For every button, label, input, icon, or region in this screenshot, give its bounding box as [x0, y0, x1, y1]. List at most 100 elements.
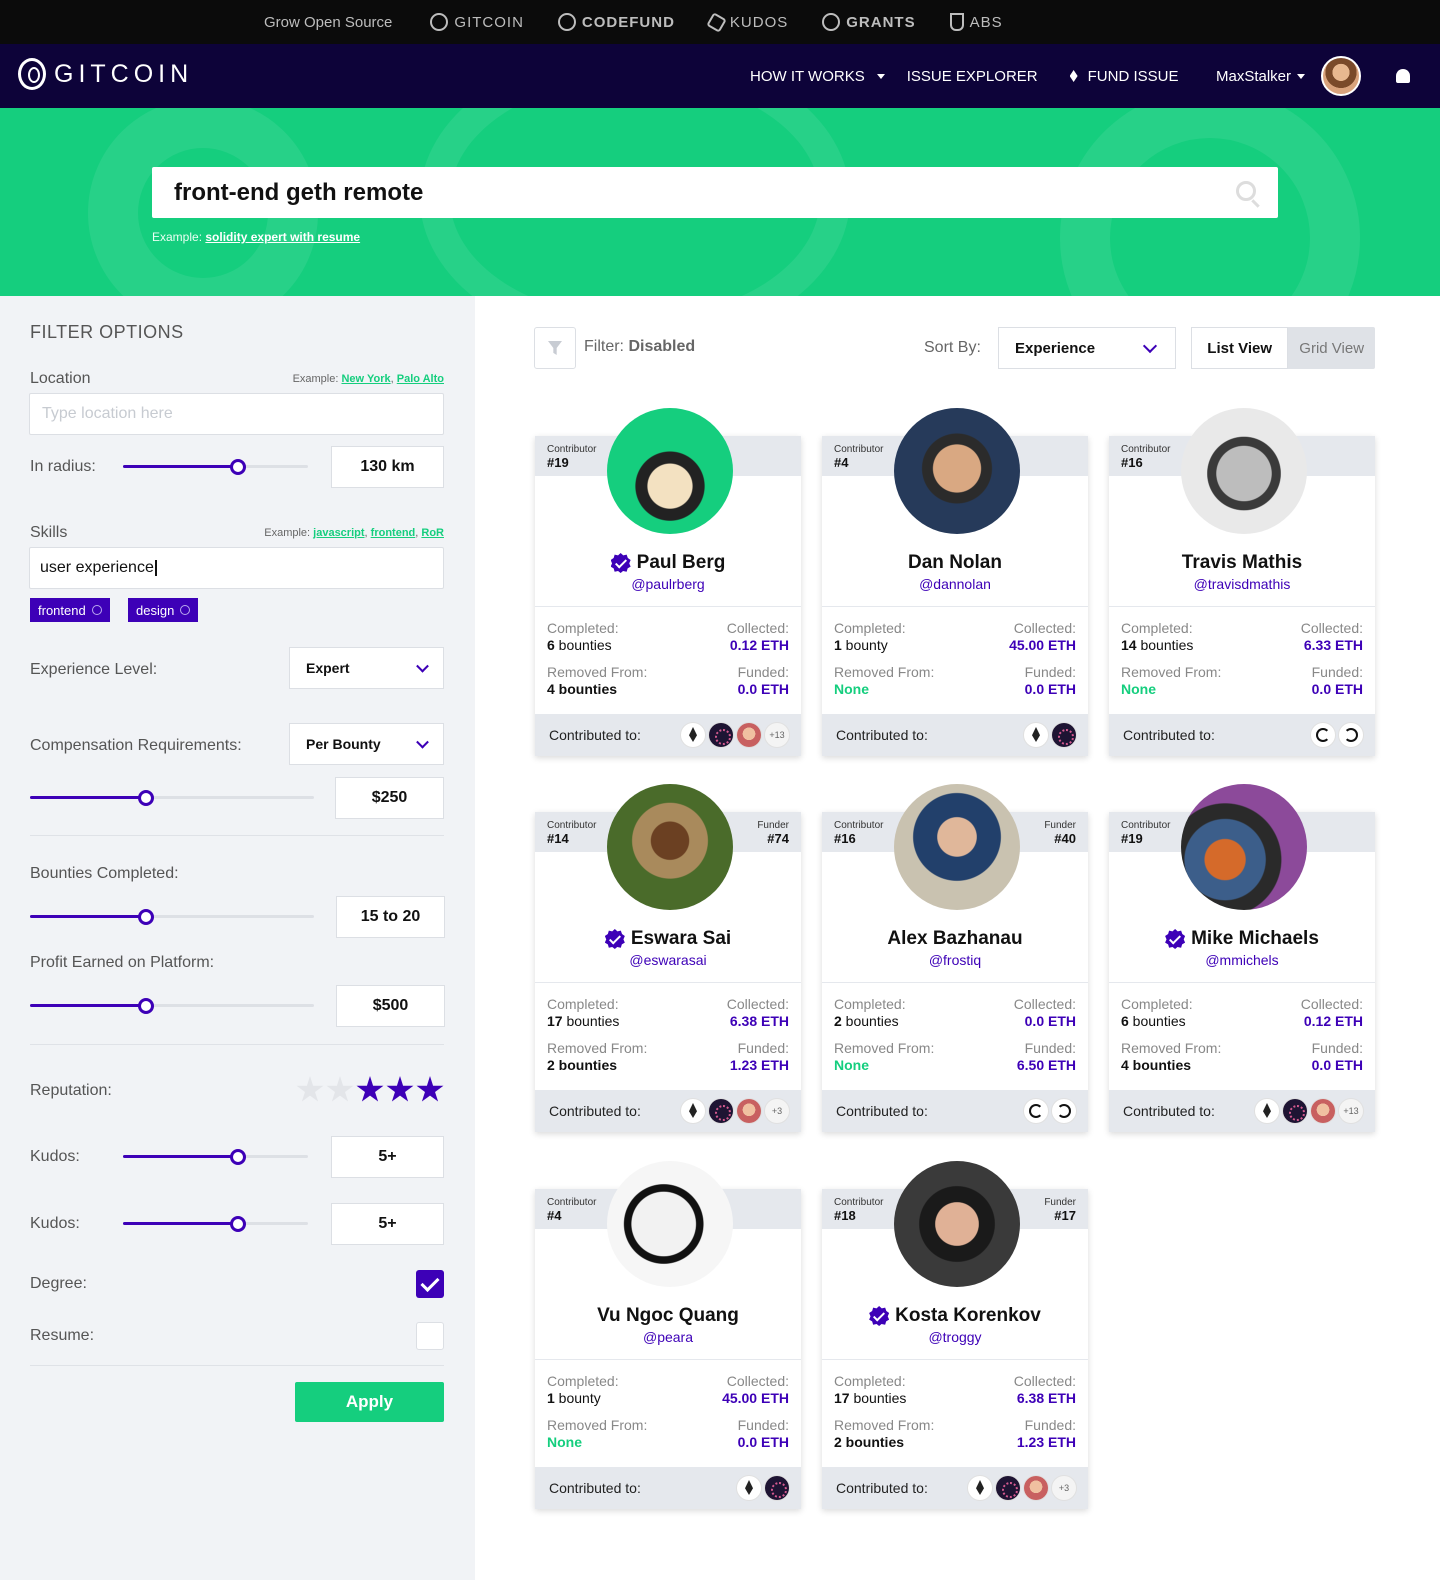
talent-card[interactable]: Contributor #16 Travis Mathis @travisdmat…	[1109, 408, 1375, 756]
experience-select[interactable]: Expert	[289, 647, 444, 689]
profile-photo[interactable]	[1181, 784, 1307, 910]
profile-name[interactable]: Travis Mathis	[1109, 552, 1375, 574]
profile-handle[interactable]: @eswarasai	[535, 952, 801, 968]
profile-photo[interactable]	[894, 1161, 1020, 1287]
profile-photo[interactable]	[1181, 408, 1307, 534]
project-face-icon[interactable]	[737, 1099, 761, 1123]
slider-handle[interactable]	[230, 1216, 246, 1232]
slider-handle[interactable]	[230, 459, 246, 475]
profile-photo[interactable]	[607, 784, 733, 910]
profile-name[interactable]: Eswara Sai	[535, 928, 801, 950]
profile-handle[interactable]: @paulrberg	[535, 576, 801, 592]
search-icon[interactable]	[1236, 181, 1256, 201]
profile-name[interactable]: Alex Bazhanau	[822, 928, 1088, 950]
talent-card[interactable]: Contributor #4 Vu Ngoc Quang @peara Compl…	[535, 1161, 801, 1509]
project-eth-icon[interactable]	[681, 1099, 705, 1123]
grants-link[interactable]: GRANTS	[822, 13, 915, 31]
skills-input[interactable]: user experience	[29, 547, 444, 589]
star-icon[interactable]	[416, 1076, 444, 1102]
project-dark-icon[interactable]	[709, 1099, 733, 1123]
more-projects-badge[interactable]: +13	[765, 723, 789, 747]
project-face-icon[interactable]	[1311, 1099, 1335, 1123]
kudos-slider-2[interactable]	[123, 1216, 308, 1232]
star-icon[interactable]	[386, 1076, 414, 1102]
search-input[interactable]: front-end geth remote	[152, 167, 1278, 218]
profile-handle[interactable]: @dannolan	[822, 576, 1088, 592]
project-ring1-icon[interactable]	[1311, 723, 1335, 747]
how-it-works-menu[interactable]: HOW IT WORKS	[750, 68, 885, 85]
talent-card[interactable]: Contributor #18 Funder #17 Kosta Korenkov …	[822, 1161, 1088, 1509]
project-ring2-icon[interactable]	[1052, 1099, 1076, 1123]
project-dark-icon[interactable]	[709, 723, 733, 747]
slider-handle[interactable]	[138, 790, 154, 806]
compensation-amount[interactable]: $250	[335, 777, 444, 819]
star-icon[interactable]	[296, 1076, 324, 1102]
profile-handle[interactable]: @travisdmathis	[1109, 576, 1375, 592]
skill-tag-frontend[interactable]: frontend	[30, 598, 110, 622]
bounties-slider[interactable]	[30, 909, 314, 925]
talent-card[interactable]: Contributor #16 Funder #40 Alex Bazhanau @…	[822, 784, 1088, 1132]
profile-photo[interactable]	[607, 408, 733, 534]
filter-toggle-button[interactable]	[534, 327, 576, 369]
talent-card[interactable]: Contributor #14 Funder #74 Eswara Sai @esw…	[535, 784, 801, 1132]
profile-name[interactable]: Paul Berg	[535, 552, 801, 574]
sort-select[interactable]: Experience	[998, 327, 1176, 369]
profit-slider[interactable]	[30, 998, 314, 1014]
kudos-value-2[interactable]: 5+	[331, 1203, 444, 1245]
example-javascript[interactable]: javascript	[313, 527, 364, 539]
project-face-icon[interactable]	[1024, 1476, 1048, 1500]
reputation-stars[interactable]	[296, 1076, 444, 1104]
profit-value[interactable]: $500	[336, 985, 445, 1027]
project-dark-icon[interactable]	[996, 1476, 1020, 1500]
grid-view-button[interactable]: Grid View	[1288, 327, 1375, 369]
location-input[interactable]: Type location here	[29, 393, 444, 435]
kudos-link[interactable]: KUDOS	[706, 11, 788, 33]
gitcoin-link[interactable]: GITCOIN	[430, 13, 524, 31]
compensation-slider[interactable]	[30, 790, 314, 806]
list-view-button[interactable]: List View	[1191, 327, 1289, 369]
grow-open-source-link[interactable]: Grow Open Source	[264, 14, 392, 31]
project-eth-icon[interactable]	[1255, 1099, 1279, 1123]
kudos-slider[interactable]	[123, 1149, 308, 1165]
profile-name[interactable]: Dan Nolan	[822, 552, 1088, 574]
slider-handle[interactable]	[138, 998, 154, 1014]
remove-tag-icon[interactable]	[180, 605, 191, 615]
project-dark-icon[interactable]	[1283, 1099, 1307, 1123]
more-projects-badge[interactable]: +13	[1339, 1099, 1363, 1123]
search-example-link[interactable]: solidity expert with resume	[205, 230, 360, 244]
project-dark-icon[interactable]	[1052, 723, 1076, 747]
example-palo-alto[interactable]: Palo Alto	[397, 373, 444, 385]
bounties-value[interactable]: 15 to 20	[336, 896, 445, 938]
example-new-york[interactable]: New York	[341, 373, 390, 385]
project-eth-icon[interactable]	[737, 1476, 761, 1500]
more-projects-badge[interactable]: +3	[1052, 1476, 1076, 1500]
more-projects-badge[interactable]: +3	[765, 1099, 789, 1123]
profile-handle[interactable]: @frostiq	[822, 952, 1088, 968]
star-icon[interactable]	[326, 1076, 354, 1102]
radius-slider[interactable]	[123, 459, 308, 475]
user-menu[interactable]: MaxStalker	[1216, 44, 1362, 108]
compensation-select[interactable]: Per Bounty	[289, 723, 444, 765]
profile-name[interactable]: Mike Michaels	[1109, 928, 1375, 950]
profile-name[interactable]: Vu Ngoc Quang	[535, 1305, 801, 1327]
talent-card[interactable]: Contributor #4 Dan Nolan @dannolan Comple…	[822, 408, 1088, 756]
resume-checkbox[interactable]	[416, 1322, 444, 1350]
project-ring1-icon[interactable]	[1024, 1099, 1048, 1123]
talent-card[interactable]: Contributor #19 Paul Berg @paulrberg Comp…	[535, 408, 801, 756]
profile-handle[interactable]: @troggy	[822, 1329, 1088, 1345]
profile-photo[interactable]	[607, 1161, 733, 1287]
project-dark-icon[interactable]	[765, 1476, 789, 1500]
profile-photo[interactable]	[894, 784, 1020, 910]
profile-handle[interactable]: @peara	[535, 1329, 801, 1345]
project-eth-icon[interactable]	[968, 1476, 992, 1500]
kudos-value[interactable]: 5+	[331, 1136, 444, 1178]
fund-issue-link[interactable]: FUND ISSUE	[1069, 68, 1178, 85]
slider-handle[interactable]	[230, 1149, 246, 1165]
example-ror[interactable]: RoR	[421, 527, 444, 539]
star-icon[interactable]	[356, 1076, 384, 1102]
project-ring2-icon[interactable]	[1339, 723, 1363, 747]
bell-icon[interactable]	[1396, 69, 1410, 83]
apply-button[interactable]: Apply	[295, 1382, 444, 1422]
degree-checkbox[interactable]	[416, 1270, 444, 1298]
codefund-link[interactable]: CODEFUND	[557, 13, 675, 31]
